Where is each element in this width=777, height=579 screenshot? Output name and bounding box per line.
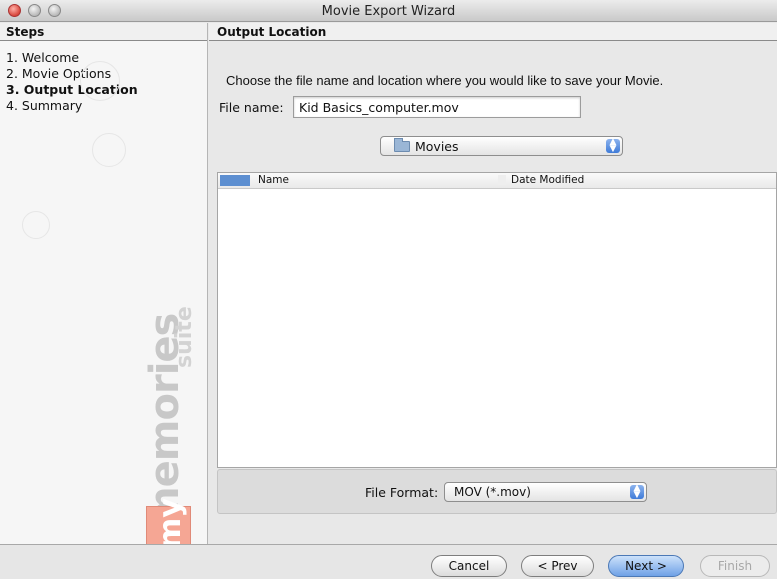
file-browser-header: Name Date Modified xyxy=(218,173,776,189)
column-divider[interactable] xyxy=(498,175,506,185)
finish-button[interactable]: Finish xyxy=(700,555,770,577)
column-header-name[interactable]: Name xyxy=(258,174,289,186)
location-dropdown[interactable]: Movies ▲ ▼ xyxy=(380,136,623,156)
title-bar: Movie Export Wizard xyxy=(0,0,777,22)
panel-header: Output Location xyxy=(209,23,777,41)
decorative-flower xyxy=(80,61,120,101)
next-button[interactable]: Next > xyxy=(608,555,684,577)
file-format-label: File Format: xyxy=(365,485,439,500)
file-browser[interactable]: Name Date Modified xyxy=(217,172,777,468)
logo-my-text: my xyxy=(153,498,188,544)
file-format-dropdown[interactable]: MOV (*.mov) ▲ ▼ xyxy=(444,482,647,502)
logo-my-badge: my xyxy=(146,498,191,544)
steps-header: Steps xyxy=(0,23,207,41)
column-selection-indicator xyxy=(220,175,250,186)
prev-button[interactable]: < Prev xyxy=(521,555,594,577)
file-name-input[interactable]: Kid Basics_computer.mov xyxy=(293,96,581,118)
folder-icon xyxy=(394,138,410,152)
steps-panel: Steps 1. Welcome 2. Movie Options 3. Out… xyxy=(0,23,208,544)
logo-suite-text: suite xyxy=(172,306,197,368)
up-down-arrows-icon: ▲ ▼ xyxy=(630,484,644,500)
file-format-dropdown-value: MOV (*.mov) xyxy=(454,485,531,499)
wizard-button-bar: Cancel < Prev Next > Finish xyxy=(0,544,777,579)
instruction-text: Choose the file name and location where … xyxy=(226,73,664,88)
decorative-flower xyxy=(22,211,50,239)
column-header-date-modified[interactable]: Date Modified xyxy=(511,174,584,186)
up-down-arrows-icon: ▲ ▼ xyxy=(606,138,620,154)
cancel-button[interactable]: Cancel xyxy=(431,555,507,577)
file-format-group: File Format: MOV (*.mov) ▲ ▼ xyxy=(217,469,777,514)
file-name-label: File name: xyxy=(219,100,284,115)
window-title: Movie Export Wizard xyxy=(321,4,456,19)
decorative-flower xyxy=(92,133,126,167)
output-location-panel: Output Location Choose the file name and… xyxy=(209,23,777,544)
location-dropdown-value: Movies xyxy=(415,139,459,154)
